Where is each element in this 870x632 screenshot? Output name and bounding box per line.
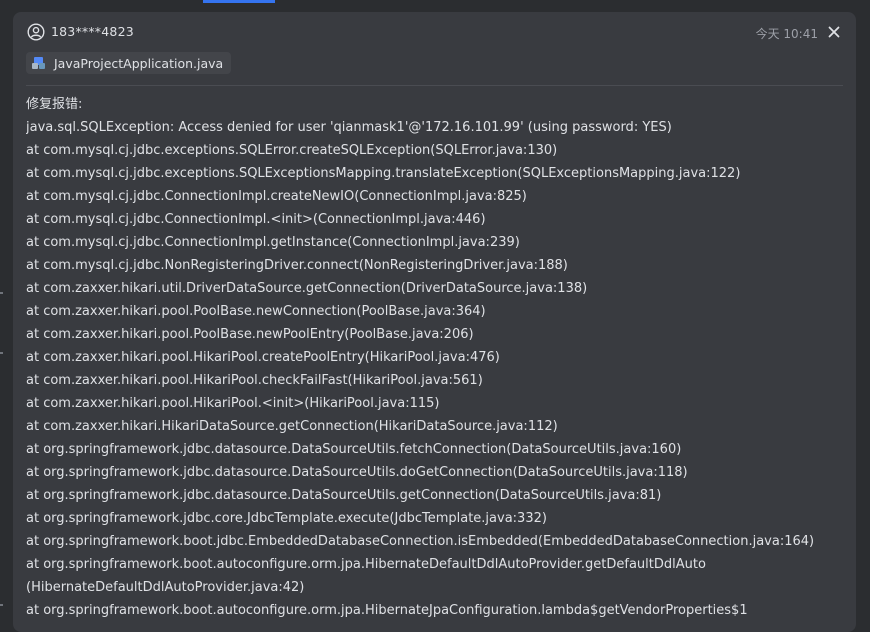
stack-trace-line: at com.mysql.cj.jdbc.ConnectionImpl.<ini… xyxy=(26,212,486,227)
stack-trace-line: at org.springframework.jdbc.datasource.D… xyxy=(26,465,688,480)
message-timestamp: 今天 10:41 xyxy=(755,27,818,41)
chat-message-card: 183****4823 今天 10:41 JavaProjectApplicat… xyxy=(13,12,856,632)
stack-trace-line: at com.zaxxer.hikari.HikariDataSource.ge… xyxy=(26,419,558,434)
user-name: 183****4823 xyxy=(51,24,134,39)
stack-trace-line: at com.mysql.cj.jdbc.ConnectionImpl.crea… xyxy=(26,189,527,204)
stack-trace-line: at com.mysql.cj.jdbc.ConnectionImpl.getI… xyxy=(26,235,520,250)
exception-line: java.sql.SQLException: Access denied for… xyxy=(26,120,672,135)
attached-file-name: JavaProjectApplication.java xyxy=(54,55,224,71)
stack-trace-line: at org.springframework.boot.autoconfigur… xyxy=(26,557,706,572)
stack-trace-line: at org.springframework.jdbc.datasource.D… xyxy=(26,442,682,457)
stack-trace-line: at com.mysql.cj.jdbc.NonRegisteringDrive… xyxy=(26,258,568,273)
gutter-marker xyxy=(0,292,3,294)
gutter-marker xyxy=(0,352,3,354)
stack-trace-line: at com.zaxxer.hikari.pool.HikariPool.che… xyxy=(26,373,483,388)
stack-trace-line: at org.springframework.boot.autoconfigur… xyxy=(26,603,748,618)
stack-trace-line: at com.mysql.cj.jdbc.exceptions.SQLError… xyxy=(26,143,558,158)
stack-trace-line: at org.springframework.jdbc.datasource.D… xyxy=(26,488,662,503)
stack-trace-line: (HibernateDefaultDdlAutoProvider.java:42… xyxy=(26,580,305,595)
java-file-icon xyxy=(32,57,45,69)
message-header: 183****4823 今天 10:41 xyxy=(13,12,856,52)
stack-trace-line: at com.zaxxer.hikari.util.DriverDataSour… xyxy=(26,281,588,296)
stack-trace-line: at org.springframework.jdbc.core.JdbcTem… xyxy=(26,511,547,526)
message-body: 修复报错: java.sql.SQLException: Access deni… xyxy=(26,93,846,622)
header-divider xyxy=(26,85,843,86)
gutter-marker xyxy=(0,604,3,606)
attached-file-chip[interactable]: JavaProjectApplication.java xyxy=(26,52,232,74)
stack-trace-line: at org.springframework.boot.jdbc.Embedde… xyxy=(26,534,815,549)
stack-trace-line: at com.zaxxer.hikari.pool.PoolBase.newCo… xyxy=(26,304,486,319)
message-prompt-line: 修复报错: xyxy=(26,97,83,112)
close-icon[interactable] xyxy=(824,22,844,42)
top-tab-strip xyxy=(0,0,870,3)
stack-trace-line: at com.zaxxer.hikari.pool.HikariPool.cre… xyxy=(26,350,500,365)
active-tab-indicator xyxy=(203,0,275,3)
stack-trace-line: at com.zaxxer.hikari.pool.HikariPool.<in… xyxy=(26,396,440,411)
stack-trace-line: at com.zaxxer.hikari.pool.PoolBase.newPo… xyxy=(26,327,474,342)
stack-trace-line: at com.mysql.cj.jdbc.exceptions.SQLExcep… xyxy=(26,166,741,181)
user-circle-icon xyxy=(27,23,45,41)
